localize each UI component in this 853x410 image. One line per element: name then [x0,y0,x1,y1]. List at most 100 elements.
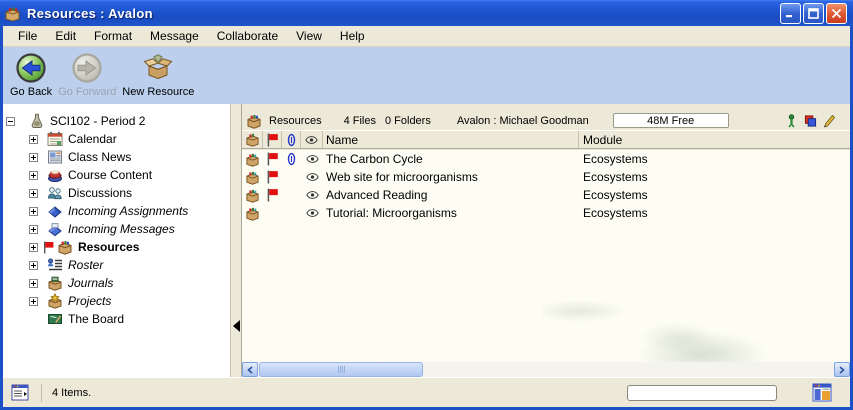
tree-item-roster[interactable]: Roster [3,256,230,274]
layers-icon[interactable] [804,114,817,128]
folder-info-bar: Resources 4 Files 0 Folders Avalon : Mic… [242,111,850,130]
window-panel-icon[interactable] [812,383,832,402]
column-attachment[interactable] [282,131,301,148]
progress-bar [627,385,777,401]
window-title: Resources : Avalon [27,6,153,21]
close-button[interactable] [826,3,847,24]
tree-item-incoming-assignments[interactable]: Incoming Assignments [3,202,230,220]
expand-icon[interactable] [29,243,38,252]
go-forward-icon [71,52,103,84]
flask-icon [29,113,45,129]
resource-box-icon [57,239,73,255]
expand-icon[interactable] [29,189,38,198]
list-view-icon[interactable] [11,384,29,401]
menu-edit[interactable]: Edit [46,27,85,45]
menu-view[interactable]: View [287,27,331,45]
tree-item-label: SCI102 - Period 2 [50,114,145,128]
tree-item-calendar[interactable]: Calendar [3,130,230,148]
people-icon [47,185,63,201]
new-resource-icon [142,52,174,84]
journals-icon [47,275,63,291]
column-type[interactable] [242,131,263,148]
expand-icon[interactable] [29,207,38,216]
tree-item-discussions[interactable]: Discussions [3,184,230,202]
expand-icon[interactable] [29,171,38,180]
new-resource-button[interactable]: New Resource [119,51,197,99]
tree-item-label: The Board [68,312,124,326]
expand-icon[interactable] [29,225,38,234]
menubar: File Edit Format Message Collaborate Vie… [3,26,850,47]
tree-item-incoming-messages[interactable]: Incoming Messages [3,220,230,238]
menu-help[interactable]: Help [331,27,374,45]
collapse-expand-icon[interactable] [6,117,15,126]
panel-splitter[interactable] [231,104,242,377]
expand-icon[interactable] [29,297,38,306]
tree-item-resources[interactable]: Resources [3,238,230,256]
tree-item-label: Class News [68,150,131,164]
horizontal-scrollbar[interactable] [242,362,850,377]
resource-module: Ecosystems [579,152,850,166]
collapse-panel-icon[interactable] [233,320,240,332]
tree-item-course-content[interactable]: Course Content [3,166,230,184]
resource-name[interactable]: Web site for microorganisms [323,170,579,184]
tree-item-course-root[interactable]: SCI102 - Period 2 [3,112,230,130]
menu-collaborate[interactable]: Collaborate [208,27,287,45]
scroll-left-button[interactable] [242,362,258,377]
resource-module: Ecosystems [579,170,850,184]
eye-icon [306,152,319,166]
expand-icon[interactable] [29,279,38,288]
list-item[interactable]: The Carbon Cycle Ecosystems [242,150,850,168]
titlebar: Resources : Avalon [0,0,853,26]
go-back-label: Go Back [10,86,52,98]
expand-icon[interactable] [29,261,38,270]
toolbar: Go Back Go Forward New Resource [3,47,850,104]
minimize-button[interactable] [780,3,801,24]
column-flag[interactable] [263,131,282,148]
roster-icon [47,257,63,273]
maximize-icon [808,8,819,19]
tree-item-the-board[interactable]: The Board [3,310,230,328]
chevron-left-icon [247,366,253,374]
person-icon[interactable] [785,114,798,128]
red-flag-icon [266,170,279,184]
resource-name[interactable]: Advanced Reading [323,188,579,202]
free-space-indicator: 48M Free [613,113,729,128]
tree-item-label: Discussions [68,186,132,200]
scrollbar-track[interactable] [423,362,834,377]
scrollbar-thumb[interactable] [259,362,423,377]
books-icon [47,167,63,183]
maximize-button[interactable] [803,3,824,24]
resource-name[interactable]: The Carbon Cycle [323,152,579,166]
expand-icon[interactable] [29,153,38,162]
list-item[interactable]: Advanced Reading Ecosystems [242,186,850,204]
projects-icon [47,293,63,309]
tree-item-class-news[interactable]: Class News [3,148,230,166]
pencil-icon[interactable] [823,114,836,128]
list-item[interactable]: Tutorial: Microorganisms Ecosystems [242,204,850,222]
statusbar: 4 Items. [3,377,850,407]
tree-item-projects[interactable]: Projects [3,292,230,310]
resource-name[interactable]: Tutorial: Microorganisms [323,206,579,220]
paperclip-icon [285,133,298,147]
resource-box-icon [245,152,260,167]
column-name[interactable]: Name [323,131,579,148]
paperclip-icon [285,152,298,166]
column-module[interactable]: Module [579,131,850,148]
eye-icon [306,206,319,220]
go-back-button[interactable]: Go Back [7,51,55,99]
column-visibility[interactable] [301,131,323,148]
menu-message[interactable]: Message [141,27,208,45]
list-item[interactable]: Web site for microorganisms Ecosystems [242,168,850,186]
resource-list: The Carbon Cycle Ecosystems [242,150,850,362]
tree-item-journals[interactable]: Journals [3,274,230,292]
menu-format[interactable]: Format [85,27,141,45]
menu-file[interactable]: File [9,27,46,45]
go-forward-button[interactable]: Go Forward [55,51,119,99]
scroll-right-button[interactable] [834,362,850,377]
expand-icon[interactable] [29,135,38,144]
red-flag-icon [266,133,279,147]
chevron-right-icon [839,366,845,374]
red-flag-icon [266,188,279,202]
messages-icon [47,221,63,237]
resource-box-icon [245,188,260,203]
